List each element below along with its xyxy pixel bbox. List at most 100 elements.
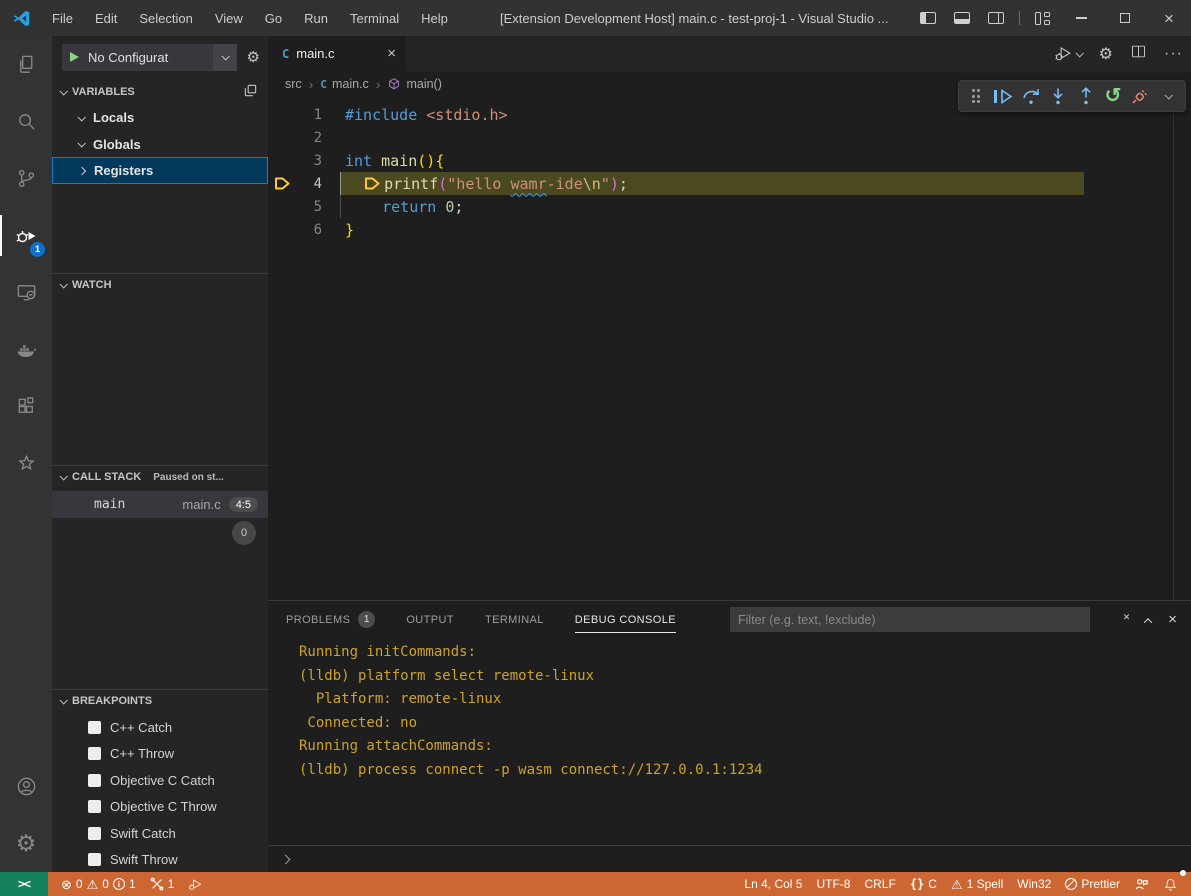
variables-item-locals[interactable]: Locals bbox=[52, 104, 268, 131]
step-into-button[interactable] bbox=[1047, 83, 1069, 109]
toggle-panel-icon[interactable] bbox=[945, 0, 979, 36]
breakpoint-row[interactable]: Objective C Throw bbox=[52, 794, 268, 821]
split-editor-icon[interactable] bbox=[1130, 43, 1147, 65]
sidebar-item-remote-explorer[interactable] bbox=[0, 264, 52, 321]
debug-console-output[interactable]: Running initCommands:(lldb) platform sel… bbox=[268, 641, 1191, 845]
problems-status[interactable]: ⊗ 0 ⚠ 0 i 1 bbox=[54, 872, 143, 896]
feedback-icon[interactable] bbox=[1127, 872, 1156, 896]
code-line-6[interactable]: 6} bbox=[268, 218, 1191, 241]
encoding-indicator[interactable]: UTF-8 bbox=[809, 872, 857, 896]
restart-button[interactable]: ↺ bbox=[1102, 83, 1124, 109]
debug-session-chevron[interactable] bbox=[1157, 83, 1179, 109]
sidebar-item-explorer[interactable] bbox=[0, 36, 52, 93]
menu-selection[interactable]: Selection bbox=[128, 7, 203, 30]
console-line: (lldb) platform select remote-linux bbox=[299, 665, 1191, 689]
breakpoint-row[interactable]: Swift Catch bbox=[52, 820, 268, 847]
sidebar-item-docker[interactable] bbox=[0, 321, 52, 378]
breadcrumb-symbol[interactable]: main() bbox=[406, 77, 441, 91]
breakpoint-checkbox[interactable] bbox=[88, 827, 101, 840]
toolbar-drag-handle[interactable] bbox=[965, 83, 987, 109]
breakpoint-checkbox[interactable] bbox=[88, 774, 101, 787]
maximize-panel-icon[interactable] bbox=[1145, 611, 1151, 629]
stack-frame-row[interactable]: main main.c 4:5 bbox=[52, 491, 268, 518]
breakpoints-section-header[interactable]: BREAKPOINTS bbox=[52, 689, 268, 712]
breakpoint-checkbox[interactable] bbox=[88, 721, 101, 734]
accounts-icon[interactable] bbox=[0, 758, 52, 815]
vscode-window: FileEditSelectionViewGoRunTerminalHelp [… bbox=[0, 0, 1191, 896]
scrollbar-gutter[interactable] bbox=[1173, 80, 1174, 600]
step-over-button[interactable] bbox=[1020, 83, 1042, 109]
launch-gear-icon[interactable]: ⚙ bbox=[247, 48, 260, 66]
panel-tab-output[interactable]: OUTPUT bbox=[406, 601, 454, 638]
panel-tab-debug-console[interactable]: DEBUG CONSOLE bbox=[575, 601, 676, 638]
cursor-position[interactable]: Ln 4, Col 5 bbox=[737, 872, 809, 896]
close-panel-icon[interactable]: × bbox=[1168, 611, 1177, 628]
platform-target[interactable]: Win32 bbox=[1010, 872, 1058, 896]
menu-go[interactable]: Go bbox=[254, 7, 293, 30]
panel-tab-terminal[interactable]: TERMINAL bbox=[485, 601, 544, 638]
launch-dropdown-chevron[interactable] bbox=[213, 44, 237, 71]
breadcrumb-file[interactable]: main.c bbox=[332, 77, 369, 91]
close-button[interactable]: × bbox=[1147, 0, 1191, 36]
breakpoint-checkbox[interactable] bbox=[88, 853, 101, 866]
disconnect-button[interactable] bbox=[1129, 83, 1151, 109]
more-actions-icon[interactable]: ··· bbox=[1164, 45, 1183, 63]
code-editor[interactable]: 1#include <stdio.h>23int main(){4 printf… bbox=[268, 97, 1191, 600]
sidebar-item-extensions[interactable] bbox=[0, 378, 52, 435]
menu-run[interactable]: Run bbox=[293, 7, 339, 30]
menu-help[interactable]: Help bbox=[410, 7, 459, 30]
eol-indicator[interactable]: CRLF bbox=[857, 872, 902, 896]
manage-gear-icon[interactable]: ⚙ bbox=[1099, 44, 1113, 64]
sidebar-item-source-control[interactable] bbox=[0, 150, 52, 207]
code-line-text: return 0; bbox=[340, 195, 463, 218]
collapse-all-icon[interactable] bbox=[243, 83, 258, 101]
variables-item-globals[interactable]: Globals bbox=[52, 131, 268, 158]
call-stack-section-header[interactable]: CALL STACK Paused on st... bbox=[52, 465, 268, 488]
remote-indicator[interactable]: >< bbox=[0, 872, 48, 896]
breakpoint-row[interactable]: Swift Throw bbox=[52, 847, 268, 874]
language-mode[interactable]: {} C bbox=[903, 872, 944, 896]
notifications-bell-icon[interactable] bbox=[1156, 872, 1185, 896]
maximize-button[interactable] bbox=[1103, 0, 1147, 36]
tools-status[interactable]: 1 bbox=[143, 872, 182, 896]
sidebar-item-favorites[interactable] bbox=[0, 435, 52, 492]
menu-terminal[interactable]: Terminal bbox=[339, 7, 410, 30]
run-or-debug-button[interactable] bbox=[1054, 44, 1082, 63]
minimize-button[interactable] bbox=[1059, 0, 1103, 36]
customize-layout-icon[interactable] bbox=[1026, 0, 1059, 36]
toggle-sidebar-icon[interactable] bbox=[911, 0, 945, 36]
debug-status-icon[interactable] bbox=[181, 872, 210, 896]
code-token: ; bbox=[454, 198, 463, 216]
step-out-button[interactable] bbox=[1075, 83, 1097, 109]
code-line-3[interactable]: 3int main(){ bbox=[268, 149, 1191, 172]
tab-main-c[interactable]: C main.c × bbox=[268, 36, 406, 71]
debug-console-input[interactable] bbox=[268, 845, 1191, 872]
breakpoint-row[interactable]: Objective C Catch bbox=[52, 767, 268, 794]
breadcrumb-folder[interactable]: src bbox=[285, 77, 302, 91]
variables-item-registers[interactable]: Registers bbox=[52, 157, 268, 184]
panel-tab-problems[interactable]: PROBLEMS1 bbox=[286, 601, 375, 638]
spell-checker-status[interactable]: ⚠ 1 Spell bbox=[944, 872, 1010, 896]
code-line-5[interactable]: 5 return 0; bbox=[268, 195, 1191, 218]
start-debug-icon[interactable] bbox=[70, 52, 79, 62]
code-line-4[interactable]: 4 printf("hello wamr-ide\n"); bbox=[268, 172, 1191, 195]
menu-view[interactable]: View bbox=[204, 7, 254, 30]
tab-close-icon[interactable]: × bbox=[387, 45, 396, 62]
settings-gear-icon[interactable]: ⚙ bbox=[0, 815, 52, 872]
menu-file[interactable]: File bbox=[41, 7, 84, 30]
sidebar-item-search[interactable] bbox=[0, 93, 52, 150]
sidebar-item-run-and-debug[interactable]: 1 bbox=[0, 207, 52, 264]
toggle-secondary-sidebar-icon[interactable] bbox=[979, 0, 1013, 36]
watch-section-header[interactable]: WATCH bbox=[52, 273, 268, 296]
breakpoint-checkbox[interactable] bbox=[88, 800, 101, 813]
variables-section-header[interactable]: VARIABLES bbox=[52, 80, 268, 103]
formatter-status[interactable]: Prettier bbox=[1058, 872, 1127, 896]
breakpoint-row[interactable]: C++ Catch bbox=[52, 714, 268, 741]
launch-config-dropdown[interactable]: No Configurat bbox=[62, 44, 237, 71]
continue-button[interactable] bbox=[992, 83, 1014, 109]
console-filter-input[interactable] bbox=[730, 607, 1090, 632]
breakpoint-row[interactable]: C++ Throw bbox=[52, 741, 268, 768]
breakpoint-checkbox[interactable] bbox=[88, 747, 101, 760]
code-line-2[interactable]: 2 bbox=[268, 126, 1191, 149]
menu-edit[interactable]: Edit bbox=[84, 7, 128, 30]
